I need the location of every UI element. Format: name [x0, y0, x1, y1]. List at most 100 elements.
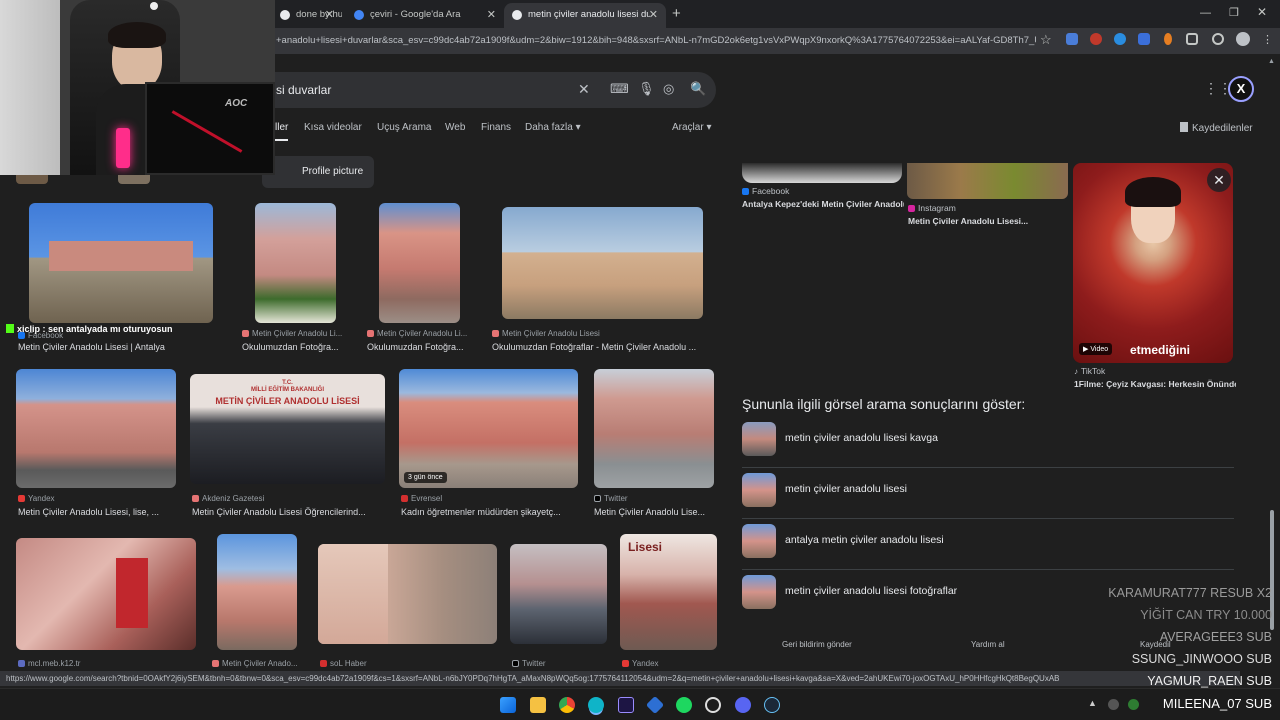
image-source[interactable]: mcl.meb.k12.tr: [18, 659, 168, 668]
image-source[interactable]: Twitter: [512, 659, 608, 668]
tab-done[interactable]: done by hur ✕: [272, 3, 342, 28]
panel-source[interactable]: ♪ TikTok: [1074, 366, 1234, 376]
microphone-icon[interactable]: 🎙: [638, 81, 655, 97]
panel-caption[interactable]: Metin Çiviler Anadolu Lisesi...: [908, 216, 1068, 226]
tab-ceviri[interactable]: çeviri - Google'da Ara ✕: [346, 3, 504, 28]
extension-wave-icon[interactable]: [1138, 33, 1150, 45]
related-thumb: [742, 473, 776, 507]
image-caption[interactable]: Okulumuzdan Fotoğra...: [242, 342, 352, 352]
image-result[interactable]: [594, 369, 714, 488]
image-caption[interactable]: Okulumuzdan Fotoğraflar - Metin Çiviler …: [492, 342, 714, 352]
tray-app-icon[interactable]: [1128, 699, 1139, 710]
image-result[interactable]: 3 gün önce: [399, 369, 578, 488]
image-source[interactable]: Metin Çiviler Anadolu Li...: [367, 329, 477, 338]
keyboard-icon[interactable]: ⌨: [610, 81, 629, 97]
tab-more[interactable]: Daha fazla ▾: [525, 122, 581, 133]
image-result[interactable]: [16, 369, 176, 488]
scroll-up-icon[interactable]: ▲: [1268, 58, 1275, 65]
image-source[interactable]: Metin Çiviler Anado...: [212, 659, 304, 668]
app-icon[interactable]: [645, 695, 665, 715]
image-result[interactable]: [255, 203, 336, 323]
browser-menu-icon[interactable]: ⋮: [1262, 33, 1273, 46]
extension-red-icon[interactable]: [1090, 33, 1102, 45]
video-preview[interactable]: ▶ Video etmediğini: [1073, 163, 1233, 363]
file-explorer-icon[interactable]: [530, 697, 546, 713]
image-source[interactable]: Metin Çiviler Anadolu Lisesi: [492, 329, 702, 338]
help-link[interactable]: Yardım al: [971, 640, 1005, 649]
tab-flights[interactable]: Uçuş Arama: [377, 122, 431, 133]
image-caption[interactable]: Metin Çiviler Anadolu Lisesi, lise, ...: [18, 507, 178, 517]
clear-search-icon[interactable]: ✕: [578, 81, 590, 98]
tab-finance[interactable]: Finans: [481, 122, 511, 133]
close-tab-icon[interactable]: ✕: [325, 8, 334, 21]
settings-icon[interactable]: [1212, 33, 1224, 45]
tab-search-active[interactable]: metin çiviler anadolu lisesi duvarla ✕: [504, 3, 666, 28]
profile-avatar-icon[interactable]: [1236, 32, 1250, 46]
minimize-icon[interactable]: —: [1200, 7, 1211, 19]
search-input[interactable]: si duvarlar: [276, 83, 331, 97]
image-caption[interactable]: Metin Çiviler Anadolu Lisesi | Antalya: [18, 342, 228, 352]
panel-caption[interactable]: 1Filme: Çeyiz Kavgası: Herkesin Önünde..…: [1074, 379, 1236, 389]
panel-source[interactable]: Facebook: [742, 186, 902, 196]
image-source[interactable]: Evrensel: [401, 494, 581, 503]
premiere-icon[interactable]: [618, 697, 634, 713]
related-search-row[interactable]: metin çiviler anadolu lisesi kavga: [742, 418, 1234, 468]
app-icon[interactable]: [705, 697, 721, 713]
url-text[interactable]: +anadolu+lisesi+duvarlar&sca_esv=c99dc4a…: [276, 35, 1036, 46]
feedback-link[interactable]: Geri bildirim gönder: [782, 640, 852, 649]
close-preview-icon[interactable]: ✕: [1207, 168, 1231, 192]
related-search-row[interactable]: antalya metin çiviler anadolu lisesi: [742, 520, 1234, 570]
panel-source[interactable]: Instagram: [908, 203, 1068, 213]
tray-app-icon[interactable]: [1108, 699, 1119, 710]
image-result[interactable]: [510, 544, 607, 644]
related-search-row[interactable]: metin çiviler anadolu lisesi: [742, 469, 1234, 519]
image-result[interactable]: [502, 207, 703, 319]
image-source[interactable]: Twitter: [594, 494, 714, 503]
new-tab-icon[interactable]: +: [672, 5, 681, 22]
discord-icon[interactable]: [735, 697, 751, 713]
related-image[interactable]: [742, 163, 902, 183]
bookmark-star-icon[interactable]: ☆: [1040, 32, 1052, 48]
search-box[interactable]: si duvarlar ✕ ⌨ 🎙 ◎ 🔍: [260, 72, 716, 108]
image-result[interactable]: [379, 203, 460, 323]
image-source[interactable]: Metin Çiviler Anadolu Li...: [242, 329, 352, 338]
tab-web[interactable]: Web: [445, 122, 465, 133]
start-icon[interactable]: [500, 697, 516, 713]
image-result[interactable]: T.C. MİLLİ EĞİTİM BAKANLIĞI METİN ÇİVİLE…: [190, 374, 385, 484]
steam-icon[interactable]: [764, 697, 780, 713]
tab-short-videos[interactable]: Kısa videolar: [304, 122, 362, 133]
saved-button[interactable]: Kaydedilenler: [1180, 122, 1253, 134]
related-image[interactable]: [907, 163, 1068, 199]
close-window-icon[interactable]: ✕: [1257, 5, 1267, 19]
image-caption[interactable]: Kadın öğretmenler müdürden şikayetç...: [401, 507, 581, 517]
close-tab-icon[interactable]: ✕: [649, 8, 658, 21]
translate-extension-icon[interactable]: [1066, 33, 1078, 45]
image-source[interactable]: soL Haber: [320, 659, 470, 668]
panel-caption[interactable]: Antalya Kepez'deki Metin Çiviler Anadolu…: [742, 199, 904, 209]
search-icon[interactable]: 🔍: [690, 81, 706, 97]
image-source[interactable]: Akdeniz Gazetesi: [192, 494, 382, 503]
chrome-icon[interactable]: [559, 697, 575, 713]
image-result[interactable]: [318, 544, 497, 644]
tools-button[interactable]: Araçlar ▾: [672, 122, 712, 133]
close-tab-icon[interactable]: ✕: [487, 8, 496, 21]
lens-camera-icon[interactable]: ◎: [663, 81, 674, 97]
extension-blue-icon[interactable]: [1114, 33, 1126, 45]
image-source[interactable]: Yandex: [622, 659, 718, 668]
extensions-puzzle-icon[interactable]: [1186, 33, 1198, 45]
account-avatar[interactable]: X: [1228, 76, 1254, 102]
extension-orange-icon[interactable]: [1164, 33, 1172, 45]
image-caption[interactable]: Metin Çiviler Anadolu Lise...: [594, 507, 714, 517]
image-result[interactable]: [16, 538, 196, 650]
edge-icon[interactable]: [588, 697, 604, 713]
image-result[interactable]: [217, 534, 297, 650]
restore-icon[interactable]: ❐: [1229, 6, 1239, 19]
tray-chevron-icon[interactable]: ▲: [1088, 698, 1097, 708]
image-caption[interactable]: Okulumuzdan Fotoğra...: [367, 342, 477, 352]
image-result[interactable]: [29, 203, 213, 323]
tab-images[interactable]: ller: [275, 122, 289, 141]
image-caption[interactable]: Metin Çiviler Anadolu Lisesi Öğrencileri…: [192, 507, 388, 517]
image-source[interactable]: Yandex: [18, 494, 178, 503]
spotify-icon[interactable]: [676, 697, 692, 713]
image-result[interactable]: Lisesi: [620, 534, 717, 650]
